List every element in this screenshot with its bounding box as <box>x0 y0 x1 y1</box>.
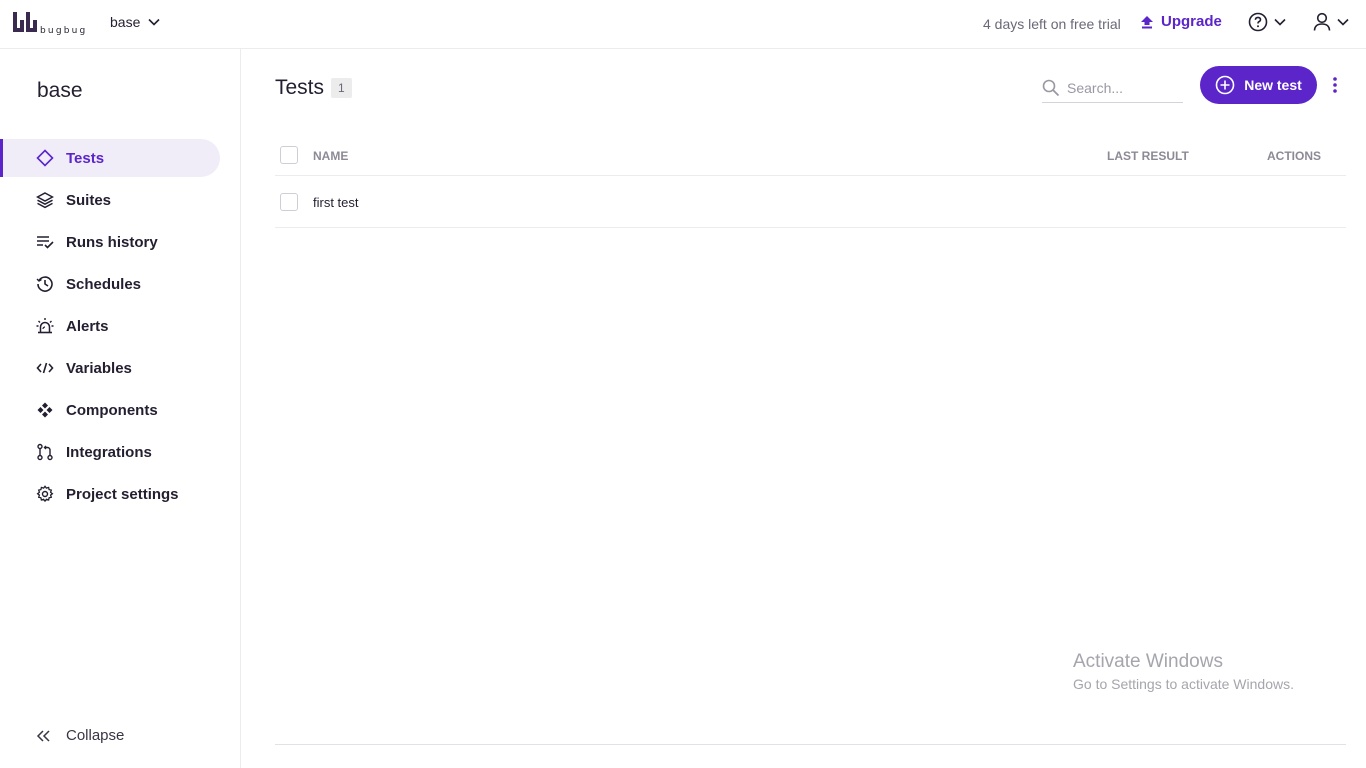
watermark-title: Activate Windows <box>1073 651 1223 672</box>
bugbug-logo[interactable]: bugbug <box>12 12 86 36</box>
diamond-icon <box>36 149 54 167</box>
sidebar-item-project-settings[interactable]: Project settings <box>0 475 220 513</box>
git-pull-request-icon <box>36 443 54 461</box>
collapse-label: Collapse <box>66 727 125 744</box>
search-icon <box>1042 79 1060 96</box>
more-vertical-icon <box>1333 77 1337 93</box>
sidebar-item-tests[interactable]: Tests <box>0 139 220 177</box>
column-header-actions: ACTIONS <box>1267 149 1321 163</box>
collapse-sidebar-button[interactable]: Collapse <box>36 727 124 744</box>
chevron-down-icon <box>148 18 160 26</box>
row-checkbox[interactable] <box>280 193 298 211</box>
sidebar: base Tests Suites Runs history Schedules <box>0 49 241 768</box>
upgrade-label: Upgrade <box>1161 13 1222 30</box>
upgrade-arrow-icon <box>1141 15 1153 28</box>
more-options-button[interactable] <box>1328 74 1342 96</box>
sidebar-item-label: Integrations <box>66 443 152 461</box>
user-icon <box>1313 12 1331 31</box>
top-bar: bugbug base 4 days left on free trial Up… <box>0 0 1366 49</box>
column-header-name[interactable]: NAME <box>313 149 348 163</box>
help-circle-icon <box>1248 12 1268 32</box>
watermark-subtitle: Go to Settings to activate Windows. <box>1073 676 1294 692</box>
sidebar-item-label: Suites <box>66 191 112 209</box>
trial-status: 4 days left on free trial <box>983 16 1121 32</box>
project-switcher[interactable]: base <box>110 14 160 30</box>
layers-icon <box>36 191 54 209</box>
sidebar-item-runs-history[interactable]: Runs history <box>0 223 220 261</box>
tests-count-badge: 1 <box>331 78 352 98</box>
sidebar-item-label: Tests <box>66 149 105 167</box>
upgrade-button[interactable]: Upgrade <box>1140 13 1222 30</box>
sidebar-item-label: Project settings <box>66 485 179 503</box>
sidebar-nav: Tests Suites Runs history Schedules Aler… <box>0 139 241 517</box>
chevrons-left-icon <box>36 729 50 742</box>
search-box[interactable] <box>1042 73 1183 103</box>
list-check-icon <box>36 233 54 251</box>
test-name[interactable]: first test <box>313 195 359 210</box>
page-header: Tests 1 <box>275 76 352 100</box>
tests-table: NAME LAST RESULT ACTIONS first test <box>275 133 1346 228</box>
logo-mark-icon <box>13 12 37 32</box>
user-menu[interactable] <box>1313 12 1349 32</box>
search-input[interactable] <box>1067 79 1177 96</box>
table-row[interactable]: first test <box>275 176 1346 228</box>
plus-circle-icon <box>1215 75 1235 95</box>
history-clock-icon <box>36 275 54 293</box>
divider <box>275 744 1346 745</box>
components-icon <box>36 401 54 419</box>
sidebar-item-integrations[interactable]: Integrations <box>0 433 220 471</box>
sidebar-item-schedules[interactable]: Schedules <box>0 265 220 303</box>
page-title: Tests <box>275 76 325 99</box>
project-switcher-label: base <box>110 14 141 30</box>
logo-text: bugbug <box>40 26 88 36</box>
code-icon <box>36 359 54 377</box>
sidebar-item-alerts[interactable]: Alerts <box>0 307 220 345</box>
column-header-last-result[interactable]: LAST RESULT <box>1107 149 1189 163</box>
sidebar-item-label: Alerts <box>66 317 109 335</box>
activate-windows-watermark: Activate Windows Go to Settings to activ… <box>1073 651 1294 692</box>
help-menu[interactable] <box>1248 12 1286 32</box>
sidebar-item-suites[interactable]: Suites <box>0 181 220 219</box>
sidebar-item-label: Variables <box>66 359 132 377</box>
sidebar-item-label: Runs history <box>66 233 158 251</box>
siren-icon <box>36 317 54 335</box>
chevron-down-icon <box>1337 18 1349 26</box>
sidebar-item-label: Schedules <box>66 275 142 293</box>
new-test-label: New test <box>1244 77 1302 93</box>
select-all-checkbox[interactable] <box>280 146 298 164</box>
sidebar-item-components[interactable]: Components <box>0 391 220 429</box>
table-header: NAME LAST RESULT ACTIONS <box>275 133 1346 176</box>
sidebar-item-variables[interactable]: Variables <box>0 349 220 387</box>
chevron-down-icon <box>1274 18 1286 26</box>
project-title: base <box>37 79 83 102</box>
gear-icon <box>36 485 54 503</box>
new-test-button[interactable]: New test <box>1200 66 1317 104</box>
sidebar-item-label: Components <box>66 401 158 419</box>
